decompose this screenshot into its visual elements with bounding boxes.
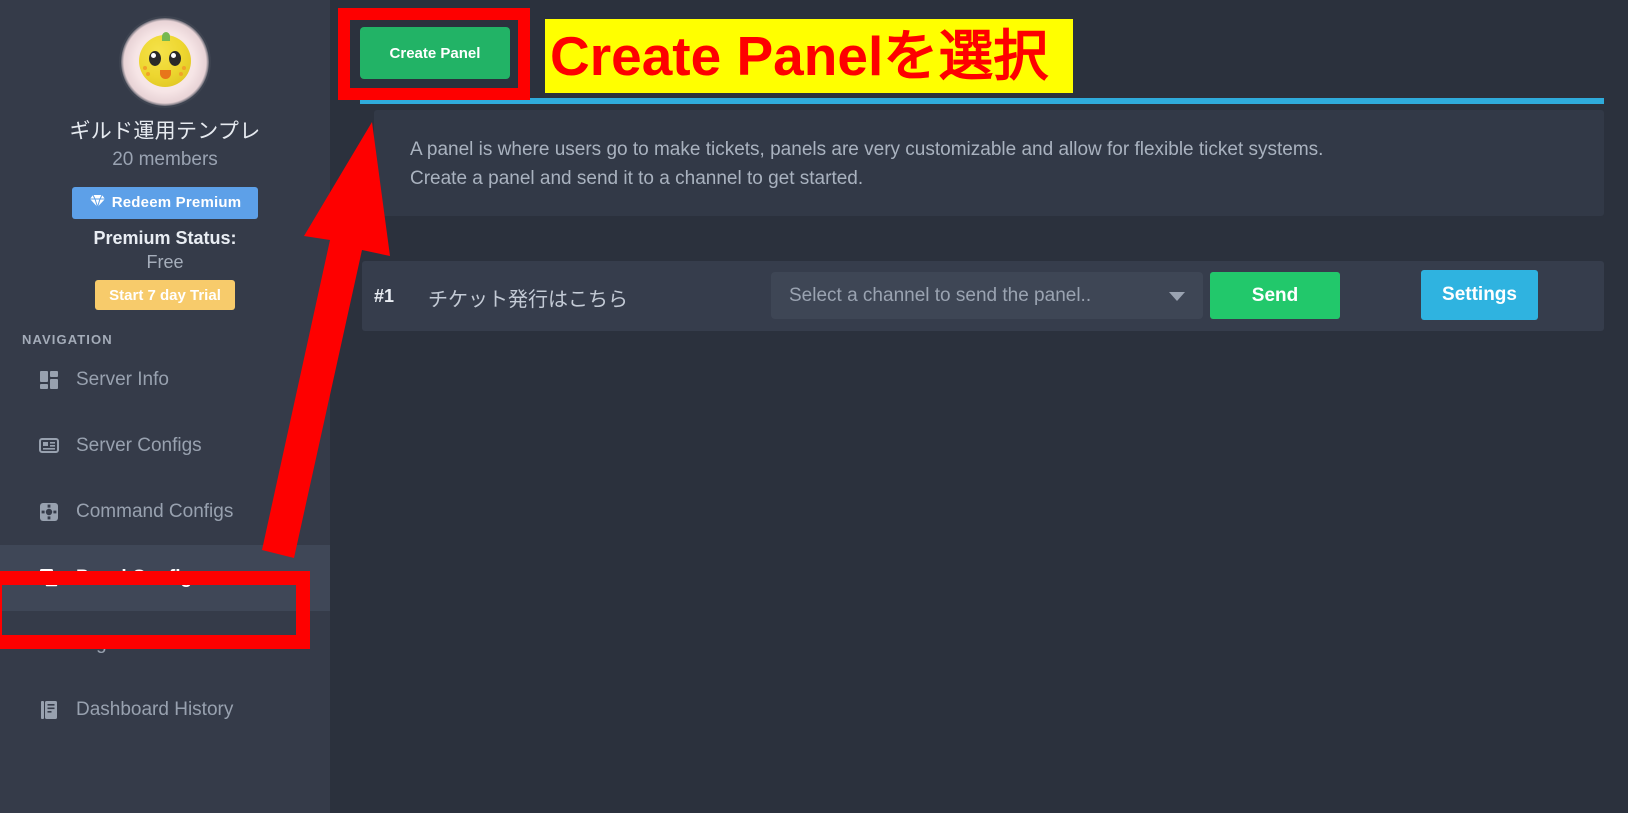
sidebar-item-label: Panel Configs: [76, 567, 203, 588]
accent-divider: [360, 98, 1604, 104]
panel-row: #1 チケット発行はこちら Select a channel to send t…: [362, 261, 1604, 331]
diamond-icon: [89, 194, 106, 212]
redeem-premium-button[interactable]: Redeem Premium: [72, 187, 258, 219]
dashboard-grid-icon: [38, 369, 60, 391]
channel-select-dropdown[interactable]: Select a channel to send the panel..: [771, 272, 1203, 319]
avatar-freckle: [146, 72, 150, 76]
sidebar-item-label: Server Info: [76, 369, 169, 390]
server-card-icon: [38, 435, 60, 457]
avatar: [121, 18, 209, 106]
send-button[interactable]: Send: [1210, 272, 1340, 319]
premium-status-value: Free: [146, 252, 184, 272]
redeem-premium-label: Redeem Premium: [111, 194, 242, 211]
sidebar-item-command-configs[interactable]: Command Configs: [0, 479, 330, 545]
sidebar-item-label: Server Configs: [76, 435, 202, 456]
sidebar-item-dashboard-history[interactable]: Dashboard History: [0, 677, 330, 743]
sidebar-item-tags[interactable]: Tags: [0, 611, 330, 677]
info-line-2: Create a panel and send it to a channel …: [410, 168, 864, 189]
premium-status-label: Premium Status:: [93, 228, 237, 248]
avatar-freckle: [143, 66, 147, 70]
sidebar-item-panel-configs[interactable]: Panel Configs: [0, 545, 330, 611]
avatar-eye-right: [169, 51, 181, 66]
main-content: Create Panel A panel is where users go t…: [330, 0, 1628, 813]
channel-select-placeholder: Select a channel to send the panel..: [789, 285, 1092, 306]
sidebar: ギルド運用テンプレ 20 members Redeem Premium Prem…: [0, 0, 330, 813]
avatar-character: [139, 32, 191, 87]
avatar-eye-left: [149, 51, 161, 66]
info-card: A panel is where users go to make ticket…: [374, 110, 1604, 216]
copy-layers-icon: [38, 567, 60, 589]
sidebar-item-label: Tags: [76, 633, 117, 654]
settings-button[interactable]: Settings: [1421, 270, 1538, 320]
gear-square-icon: [38, 501, 60, 523]
sidebar-item-label: Dashboard History: [76, 699, 234, 720]
panel-title: チケット発行はこちら: [428, 289, 628, 311]
panel-number: #1: [374, 286, 395, 306]
avatar-beak: [160, 70, 171, 79]
member-count: 20 members: [112, 149, 218, 170]
sidebar-item-server-info[interactable]: Server Info: [0, 347, 330, 413]
navigation-heading: NAVIGATION: [22, 332, 113, 347]
sidebar-item-label: Command Configs: [76, 501, 234, 522]
avatar-freckle: [179, 72, 183, 76]
tag-icon: [38, 633, 60, 655]
book-icon: [38, 699, 60, 721]
sidebar-item-server-configs[interactable]: Server Configs: [0, 413, 330, 479]
avatar-freckle: [182, 66, 186, 70]
avatar-tuft: [162, 32, 170, 41]
create-panel-button[interactable]: Create Panel: [360, 27, 510, 79]
guild-name: ギルド運用テンプレ: [69, 120, 261, 143]
info-line-1: A panel is where users go to make ticket…: [410, 139, 1324, 160]
start-trial-button[interactable]: Start 7 day Trial: [95, 280, 235, 310]
chevron-down-icon: [1169, 292, 1185, 301]
